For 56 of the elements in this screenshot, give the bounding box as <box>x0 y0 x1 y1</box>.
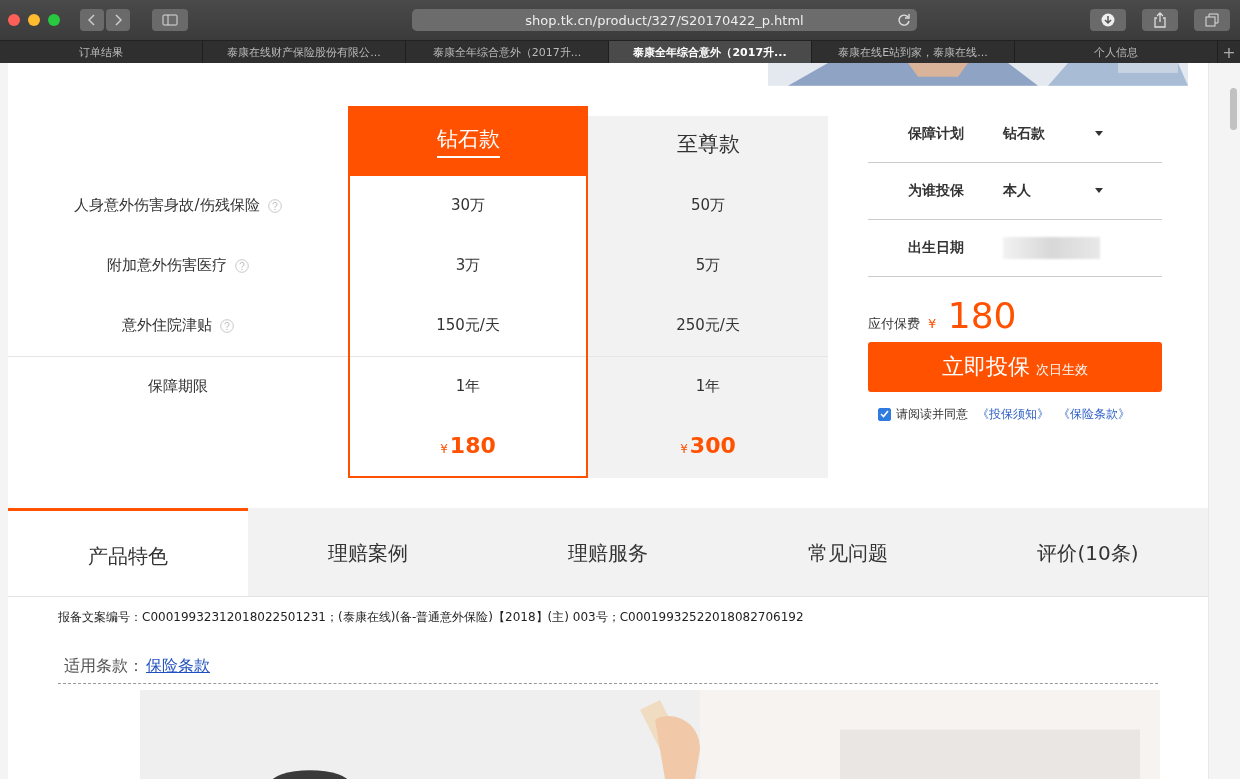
back-icon <box>88 14 96 26</box>
plan-column[interactable]: 至尊款 50万 5万 250元/天 1年 ¥300 <box>588 115 828 478</box>
plan-name: 钻石款 <box>436 125 500 159</box>
feature-label: 附加意外伤害医疗 <box>107 256 227 276</box>
field-label: 出生日期 <box>908 238 965 257</box>
plan-value: 50万 <box>690 196 726 216</box>
plan-column[interactable]: 钻石款 30万 3万 150元/天 1年 ¥180 <box>348 105 588 478</box>
plan-value: 150元/天 <box>436 316 500 336</box>
terms-link[interactable]: 《保险条款》 <box>1058 405 1130 423</box>
new-tab-button[interactable]: + <box>1218 41 1240 63</box>
share-icon <box>1153 12 1167 28</box>
tabs-button[interactable] <box>1194 9 1230 31</box>
share-button[interactable] <box>1142 9 1178 31</box>
select-field[interactable]: 钻石款 <box>1003 124 1103 143</box>
zoom-icon[interactable] <box>48 14 60 26</box>
forward-button[interactable] <box>106 9 130 31</box>
detail-tab[interactable]: 产品特色 <box>8 507 248 596</box>
agree-text: 请阅读并同意 <box>896 405 968 423</box>
plan-name: 至尊款 <box>676 131 740 159</box>
back-button[interactable] <box>80 9 104 31</box>
tabs-icon <box>1205 13 1219 27</box>
caret-icon <box>1095 131 1103 137</box>
minimize-icon[interactable] <box>28 14 40 26</box>
field-label: 保障计划 <box>908 124 965 143</box>
scrollbar-thumb[interactable] <box>1230 88 1237 130</box>
browser-tab[interactable]: 泰康全年综合意外（2017升... <box>609 41 812 63</box>
plan-value: 3万 <box>455 256 481 276</box>
clause-label: 适用条款： <box>64 655 144 677</box>
premium-amount: ¥ 180 <box>928 294 1017 336</box>
date-field[interactable] <box>1003 236 1100 259</box>
select-field[interactable]: 本人 <box>1003 181 1103 200</box>
download-button[interactable] <box>1090 9 1126 31</box>
feature-label: 意外住院津贴 <box>122 316 212 336</box>
field-label: 为谁投保 <box>908 181 965 200</box>
download-icon <box>1101 13 1115 27</box>
forward-icon <box>114 14 122 26</box>
close-icon[interactable] <box>8 14 20 26</box>
sidebar-icon <box>162 14 178 26</box>
feature-label: 人身意外伤害身故/伤残保险 <box>74 196 260 216</box>
premium-label: 应付保费 <box>868 314 920 333</box>
address-field[interactable]: shop.tk.cn/product/327/S20170422_p.html <box>412 9 917 31</box>
plan-value: 30万 <box>450 196 486 216</box>
plan-value: 1年 <box>455 376 481 396</box>
caret-icon <box>1095 188 1103 194</box>
clause-link[interactable]: 保险条款 <box>146 655 210 677</box>
plan-price: ¥180 <box>439 432 497 461</box>
reload-icon[interactable] <box>897 13 911 27</box>
agree-checkbox[interactable] <box>878 407 891 421</box>
plan-price: ¥300 <box>679 432 737 461</box>
terms-link[interactable]: 《投保须知》 <box>977 405 1049 423</box>
feature-label: 保障期限 <box>148 376 208 396</box>
plan-value: 250元/天 <box>676 316 740 336</box>
filing-text: 报备文案编号：C00019932312018022501231；(泰康在线)(备-普通意外保险)【2018】(主) 003号；C00019932522018082706192 <box>58 608 805 626</box>
plan-value: 5万 <box>695 256 721 276</box>
plan-value: 1年 <box>695 376 721 396</box>
sidebar-button[interactable] <box>152 9 188 31</box>
